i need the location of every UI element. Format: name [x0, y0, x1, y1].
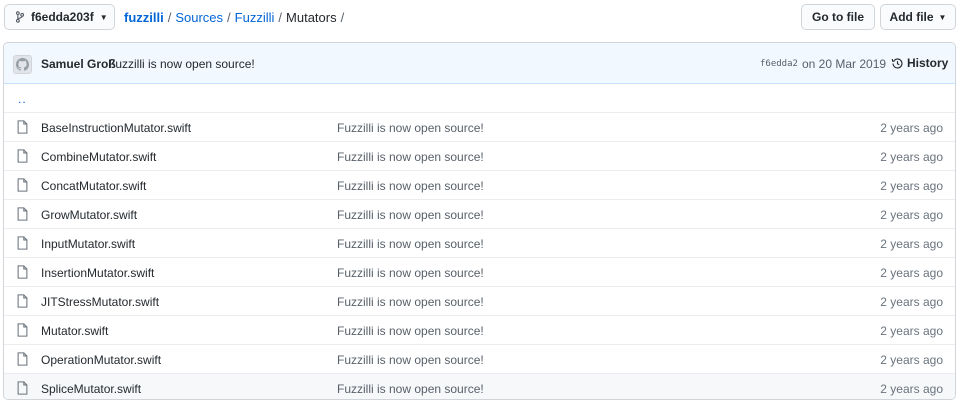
- branch-name: f6edda203f: [31, 10, 94, 24]
- breadcrumb-separator: /: [227, 10, 231, 25]
- file-name-link[interactable]: OperationMutator.swift: [41, 353, 161, 367]
- file-row[interactable]: SpliceMutator.swift Fuzzilli is now open …: [4, 374, 955, 399]
- file-age: 2 years ago: [880, 179, 943, 193]
- history-label: History: [907, 56, 949, 70]
- commit-date: on 20 Mar 2019: [802, 57, 887, 71]
- file-commit-message-link[interactable]: Fuzzilli is now open source!: [337, 324, 484, 338]
- file-commit-message-link[interactable]: Fuzzilli is now open source!: [337, 150, 484, 164]
- file-icon: [17, 149, 28, 166]
- file-commit-message-link[interactable]: Fuzzilli is now open source!: [337, 208, 484, 222]
- breadcrumb-sources-link[interactable]: Sources: [175, 10, 223, 25]
- file-row[interactable]: OperationMutator.swift Fuzzilli is now op…: [4, 345, 955, 374]
- file-commit-message-link[interactable]: Fuzzilli is now open source!: [337, 179, 484, 193]
- file-age: 2 years ago: [880, 150, 943, 164]
- file-name-link[interactable]: Mutator.swift: [41, 324, 108, 338]
- file-commit-message-link[interactable]: Fuzzilli is now open source!: [337, 266, 484, 280]
- file-name-link[interactable]: InsertionMutator.swift: [41, 266, 154, 280]
- go-to-file-button[interactable]: Go to file: [801, 4, 875, 30]
- file-name-link[interactable]: JITStressMutator.swift: [41, 295, 159, 309]
- breadcrumb-separator: /: [278, 10, 283, 25]
- chevron-down-icon: ▼: [99, 12, 108, 22]
- file-row[interactable]: InsertionMutator.swift Fuzzilli is now op…: [4, 258, 955, 287]
- commit-author-link[interactable]: Samuel Groß: [41, 57, 116, 71]
- file-row[interactable]: GrowMutator.swift Fuzzilli is now open so…: [4, 200, 955, 229]
- file-age: 2 years ago: [880, 353, 943, 367]
- chevron-down-icon: ▼: [938, 12, 947, 22]
- file-row[interactable]: BaseInstructionMutator.swift Fuzzilli is …: [4, 113, 955, 142]
- file-icon: [17, 236, 28, 253]
- repo-toolbar: f6edda203f ▼ fuzzilli / Sources / Fuzzil…: [0, 0, 960, 34]
- file-name-link[interactable]: ConcatMutator.swift: [41, 179, 146, 193]
- file-age: 2 years ago: [880, 324, 943, 338]
- file-icon: [17, 178, 28, 195]
- go-to-file-label: Go to file: [812, 10, 864, 24]
- file-row[interactable]: CombineMutator.swift Fuzzilli is now open…: [4, 142, 955, 171]
- file-name-link[interactable]: CombineMutator.swift: [41, 150, 156, 164]
- breadcrumb-separator: /: [340, 10, 345, 25]
- file-row[interactable]: JITStressMutator.swift Fuzzilli is now op…: [4, 287, 955, 316]
- file-age: 2 years ago: [880, 121, 943, 135]
- parent-directory-link[interactable]: ..: [18, 92, 27, 106]
- file-age: 2 years ago: [880, 295, 943, 309]
- avatar[interactable]: [13, 55, 32, 74]
- file-icon: [17, 120, 28, 137]
- add-file-label: Add file: [889, 10, 934, 24]
- file-commit-message-link[interactable]: Fuzzilli is now open source!: [337, 353, 484, 367]
- breadcrumb-separator: /: [167, 10, 172, 25]
- parent-directory-row[interactable]: ..: [4, 84, 955, 113]
- git-branch-icon: [15, 11, 25, 23]
- file-commit-message-link[interactable]: Fuzzilli is now open source!: [337, 295, 484, 309]
- add-file-button[interactable]: Add file ▼: [880, 4, 956, 30]
- file-name-link[interactable]: BaseInstructionMutator.swift: [41, 121, 191, 135]
- file-browser: Samuel Groß Fuzzilli is now open source!…: [3, 42, 956, 400]
- file-row[interactable]: ConcatMutator.swift Fuzzilli is now open …: [4, 171, 955, 200]
- file-icon: [17, 323, 28, 340]
- file-age: 2 years ago: [880, 382, 943, 396]
- file-row[interactable]: Mutator.swift Fuzzilli is now open source…: [4, 316, 955, 345]
- breadcrumb-repo-link[interactable]: fuzzilli: [124, 10, 164, 25]
- breadcrumb: fuzzilli / Sources / Fuzzilli / Mutators…: [124, 10, 348, 25]
- file-age: 2 years ago: [880, 237, 943, 251]
- history-link[interactable]: History: [891, 56, 948, 70]
- github-logo-icon: [16, 58, 29, 71]
- commit-sha-link[interactable]: f6edda2: [760, 59, 798, 69]
- file-commit-message-link[interactable]: Fuzzilli is now open source!: [337, 237, 484, 251]
- file-icon: [17, 265, 28, 282]
- commit-message-link[interactable]: Fuzzilli is now open source!: [108, 57, 255, 71]
- file-name-link[interactable]: InputMutator.swift: [41, 237, 135, 251]
- file-age: 2 years ago: [880, 208, 943, 222]
- latest-commit-bar: Samuel Groß Fuzzilli is now open source!…: [4, 43, 955, 84]
- file-age: 2 years ago: [880, 266, 943, 280]
- file-icon: [17, 207, 28, 224]
- branch-select-button[interactable]: f6edda203f ▼: [4, 4, 115, 30]
- breadcrumb-fuzzilli-link[interactable]: Fuzzilli: [235, 10, 275, 25]
- history-icon: [891, 57, 903, 69]
- file-row[interactable]: InputMutator.swift Fuzzilli is now open s…: [4, 229, 955, 258]
- breadcrumb-current: Mutators: [286, 10, 337, 25]
- file-commit-message-link[interactable]: Fuzzilli is now open source!: [337, 121, 484, 135]
- file-name-link[interactable]: SpliceMutator.swift: [41, 382, 141, 396]
- file-icon: [17, 381, 28, 398]
- file-commit-message-link[interactable]: Fuzzilli is now open source!: [337, 382, 484, 396]
- file-name-link[interactable]: GrowMutator.swift: [41, 208, 137, 222]
- file-icon: [17, 294, 28, 311]
- file-icon: [17, 352, 28, 369]
- file-list: BaseInstructionMutator.swift Fuzzilli is …: [4, 113, 955, 399]
